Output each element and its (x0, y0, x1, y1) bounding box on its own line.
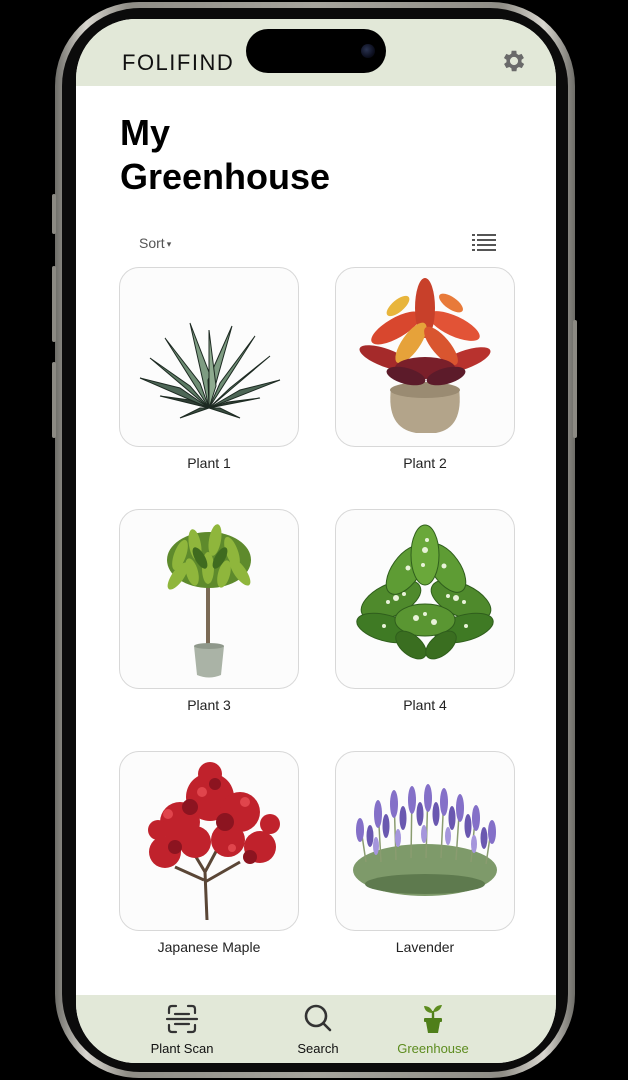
phone-action-button (52, 194, 56, 234)
plant-image (335, 509, 515, 689)
plant-image (335, 751, 515, 931)
phone-power-button (573, 320, 577, 438)
scan-icon (165, 1004, 199, 1034)
sort-button[interactable]: Sort ▾ (139, 235, 171, 251)
plant-label: Plant 4 (403, 697, 447, 713)
dieffenbachia-plant-image (356, 524, 494, 660)
search-icon (304, 1004, 332, 1032)
dynamic-island (246, 29, 386, 73)
agave-plant-image (139, 322, 281, 419)
potted-sprout-icon (424, 1005, 442, 1033)
plant-card[interactable]: Plant 4 (335, 509, 515, 713)
tab-plant-scan[interactable]: Plant Scan (122, 1003, 242, 1056)
plant-label: Plant 3 (187, 697, 231, 713)
tab-greenhouse[interactable]: Greenhouse (373, 1003, 493, 1056)
ficus-plant-image (167, 524, 251, 678)
bottom-tab-bar: Plant Scan Search Greenhouse (76, 995, 556, 1063)
tab-search[interactable]: Search (258, 1003, 378, 1056)
plant-image (335, 267, 515, 447)
phone-volume-up-button (52, 266, 56, 342)
plant-card[interactable]: Plant 1 (119, 267, 299, 471)
list-view-icon[interactable] (472, 233, 496, 253)
croton-plant-image (359, 278, 491, 433)
plant-label: Plant 2 (403, 455, 447, 471)
page-title: My Greenhouse (120, 112, 331, 197)
front-camera (361, 44, 375, 58)
plant-label: Lavender (395, 939, 455, 955)
japanese-maple-image (148, 762, 280, 921)
plant-label: Plant 1 (187, 455, 231, 471)
tab-label: Search (297, 1041, 339, 1056)
plant-image (119, 751, 299, 931)
sort-dropdown-icon: ▾ (166, 239, 172, 249)
tab-label: Greenhouse (397, 1041, 469, 1056)
plant-card[interactable]: Plant 2 (335, 267, 515, 471)
plant-label: Japanese Maple (157, 939, 261, 955)
gear-icon[interactable] (500, 47, 528, 75)
sort-label: Sort (139, 235, 165, 251)
plant-card[interactable]: Lavender (335, 751, 515, 955)
plant-card[interactable]: Plant 3 (119, 509, 299, 713)
tab-label: Plant Scan (150, 1041, 214, 1056)
plant-image (119, 267, 299, 447)
phone-volume-down-button (52, 362, 56, 438)
app-screen: FOLIFIND My Greenhouse Sort ▾ Plant 1 Pl… (76, 19, 556, 1063)
app-brand: FOLIFIND (122, 50, 235, 75)
lavender-plant-image (353, 784, 497, 896)
plant-card[interactable]: Japanese Maple (119, 751, 299, 955)
plant-image (119, 509, 299, 689)
